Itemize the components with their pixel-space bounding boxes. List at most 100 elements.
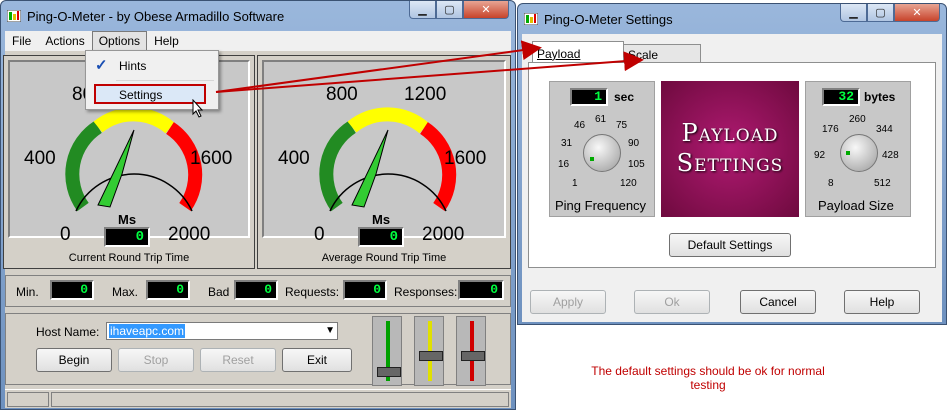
menu-item-label: Settings [119,88,163,102]
maximize-icon[interactable]: ▢ [867,4,894,22]
host-name-label: Host Name: [36,325,100,339]
current-rtt-readout: 0 [104,227,150,247]
average-rtt-gauge: 0 400 800 1200 1600 2000 Ms 0 Average Ro… [257,55,511,269]
knob-tick: 90 [628,138,640,149]
stats-panel: Min. 0 Max. 0 Bad 0 Requests: 0 Response… [5,275,511,307]
close-icon[interactable]: ✕ [463,1,509,19]
menu-item-label: Hints [119,59,147,73]
fader-knob[interactable] [419,351,443,361]
stat-max-label: Max. [112,285,139,299]
red-fader[interactable] [456,316,486,386]
payload-size-panel: 32 bytes 8 92 176 260 344 428 512 Payloa… [805,81,911,217]
banner-line-2: Settings [676,149,784,177]
gauge-face: 0 400 800 1200 1600 2000 Ms 0 [262,60,506,247]
maximize-icon[interactable]: ▢ [436,1,463,19]
reset-button[interactable]: Reset [200,348,276,372]
gauge-unit: Ms [372,212,391,227]
knob-tick: 105 [628,159,645,170]
host-name-combobox[interactable]: ihaveapc.com ▼ [106,322,338,340]
main-client: File Actions Options Help 0 400 800 1600… [3,31,511,408]
minimize-icon[interactable]: ▁ [409,1,436,19]
ping-frequency-unit: sec [614,90,635,104]
gauge-caption: Average Round Trip Time [321,252,447,264]
settings-window: Ping-O-Meter Settings ▁ ▢ ✕ Payload Sett… [517,3,947,325]
stat-requests-value: 0 [343,280,387,300]
gauge-caption: Current Round Trip Time [68,252,190,264]
menu-file[interactable]: File [5,32,38,50]
status-pane [7,392,49,407]
knob-tick: 16 [558,159,570,170]
tab-payload-settings[interactable]: Payload Settings [532,41,624,75]
payload-size-knob[interactable] [840,134,878,172]
stat-responses-value: 0 [458,280,504,300]
gauge-tick-400: 400 [278,148,310,169]
payload-size-readout: 32 [822,88,860,106]
gauge-tick-0: 0 [314,224,325,245]
gauge-tick-2000: 2000 [422,224,465,245]
close-icon[interactable]: ✕ [894,4,940,22]
stat-min-value: 0 [50,280,94,300]
main-window: Ping-O-Meter - by Obese Armadillo Softwa… [0,0,516,410]
control-panel: Host Name: ihaveapc.com ▼ Begin Stop Res… [5,313,511,386]
ping-frequency-panel: 1 sec 1 16 31 46 61 75 90 105 120 Ping F… [549,81,655,217]
stat-responses-label: Responses: [394,285,458,299]
gauge-tick-800: 800 [326,84,358,105]
average-rtt-readout: 0 [358,227,404,247]
knob-tick: 75 [616,120,628,131]
menu-options[interactable]: Options [91,31,148,51]
payload-size-label: Payload Size [818,198,894,213]
gauge-tick-2000: 2000 [168,224,211,245]
main-window-title: Ping-O-Meter - by Obese Armadillo Softwa… [27,9,285,24]
gauge-tick-1200: 1200 [404,84,447,105]
apply-button[interactable]: Apply [530,290,606,314]
settings-caption-buttons: ▁ ▢ ✕ [840,4,940,22]
menu-help[interactable]: Help [147,32,186,50]
app-icon [524,13,538,25]
stat-bad-value: 0 [234,280,278,300]
menu-item-settings[interactable]: Settings [94,84,206,104]
fader-knob[interactable] [377,367,401,377]
knob-tick: 8 [828,178,834,189]
status-pane [51,392,509,407]
host-name-input[interactable]: ihaveapc.com [109,324,186,338]
tab-panel: 1 sec 1 16 31 46 61 75 90 105 120 Ping F… [528,62,936,268]
cancel-button[interactable]: Cancel [740,290,816,314]
tab-scale-settings[interactable]: Scale Settings [623,44,701,76]
gauge-unit: Ms [118,212,137,227]
green-fader[interactable] [372,316,402,386]
knob-tick: 120 [620,178,637,189]
annotation-note: The default settings should be ok for no… [591,364,825,392]
menu-item-hints[interactable]: ✓ Hints [88,54,214,76]
knob-tick: 344 [876,124,893,135]
chevron-down-icon[interactable]: ▼ [325,323,335,339]
options-dropdown-menu: ✓ Hints Settings [85,50,219,118]
stop-button[interactable]: Stop [118,348,194,372]
exit-button[interactable]: Exit [282,348,352,372]
menu-separator [116,80,214,81]
begin-button[interactable]: Begin [36,348,112,372]
mouse-cursor-icon [192,99,204,118]
gauge-tick-1600: 1600 [444,148,487,169]
knob-tick: 512 [874,178,891,189]
default-settings-button[interactable]: Default Settings [669,233,791,257]
checkmark-icon: ✓ [95,57,108,74]
minimize-icon[interactable]: ▁ [840,4,867,22]
menu-actions[interactable]: Actions [38,32,91,50]
ping-frequency-label: Ping Frequency [555,198,647,213]
stat-min-label: Min. [16,285,39,299]
help-button[interactable]: Help [844,290,920,314]
ping-frequency-knob[interactable] [583,134,621,172]
ok-button[interactable]: Ok [634,290,710,314]
knob-tick: 1 [572,178,578,189]
main-titlebar[interactable]: Ping-O-Meter - by Obese Armadillo Softwa… [1,1,515,31]
fader-knob[interactable] [461,351,485,361]
ping-frequency-readout: 1 [570,88,608,106]
banner-line-1: Payload [681,119,779,147]
yellow-fader[interactable] [414,316,444,386]
stat-bad-label: Bad [208,285,230,299]
stat-max-value: 0 [146,280,190,300]
settings-titlebar[interactable]: Ping-O-Meter Settings ▁ ▢ ✕ [518,4,946,34]
knob-tick: 61 [595,114,607,125]
main-caption-buttons: ▁ ▢ ✕ [409,1,509,19]
menubar: File Actions Options Help [5,31,511,51]
